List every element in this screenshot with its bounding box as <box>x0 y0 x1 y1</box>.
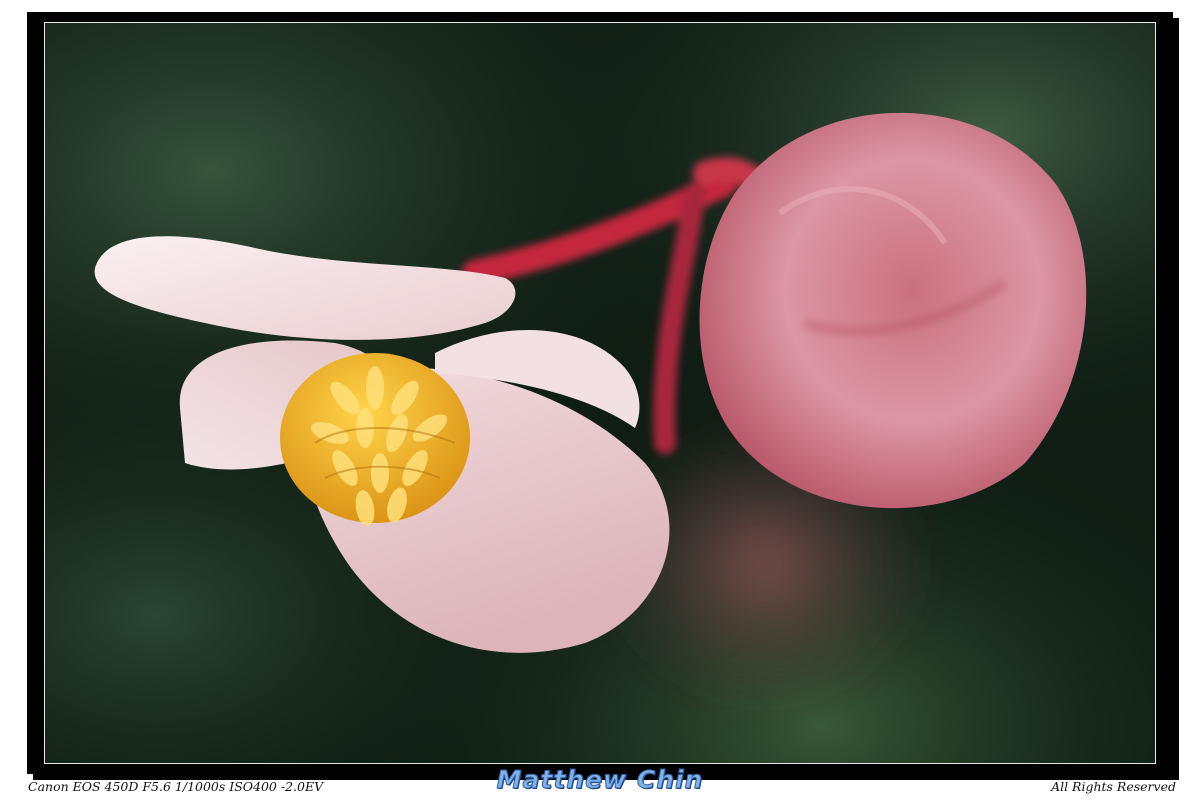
camera-settings-caption: Canon EOS 450D F5.6 1/1000s ISO400 -2.0E… <box>28 779 324 794</box>
photo <box>44 22 1156 764</box>
copyright-caption: All Rights Reserved <box>1051 779 1176 794</box>
pink-bud <box>699 112 1087 509</box>
photographer-signature: Matthew Chin <box>496 765 704 795</box>
